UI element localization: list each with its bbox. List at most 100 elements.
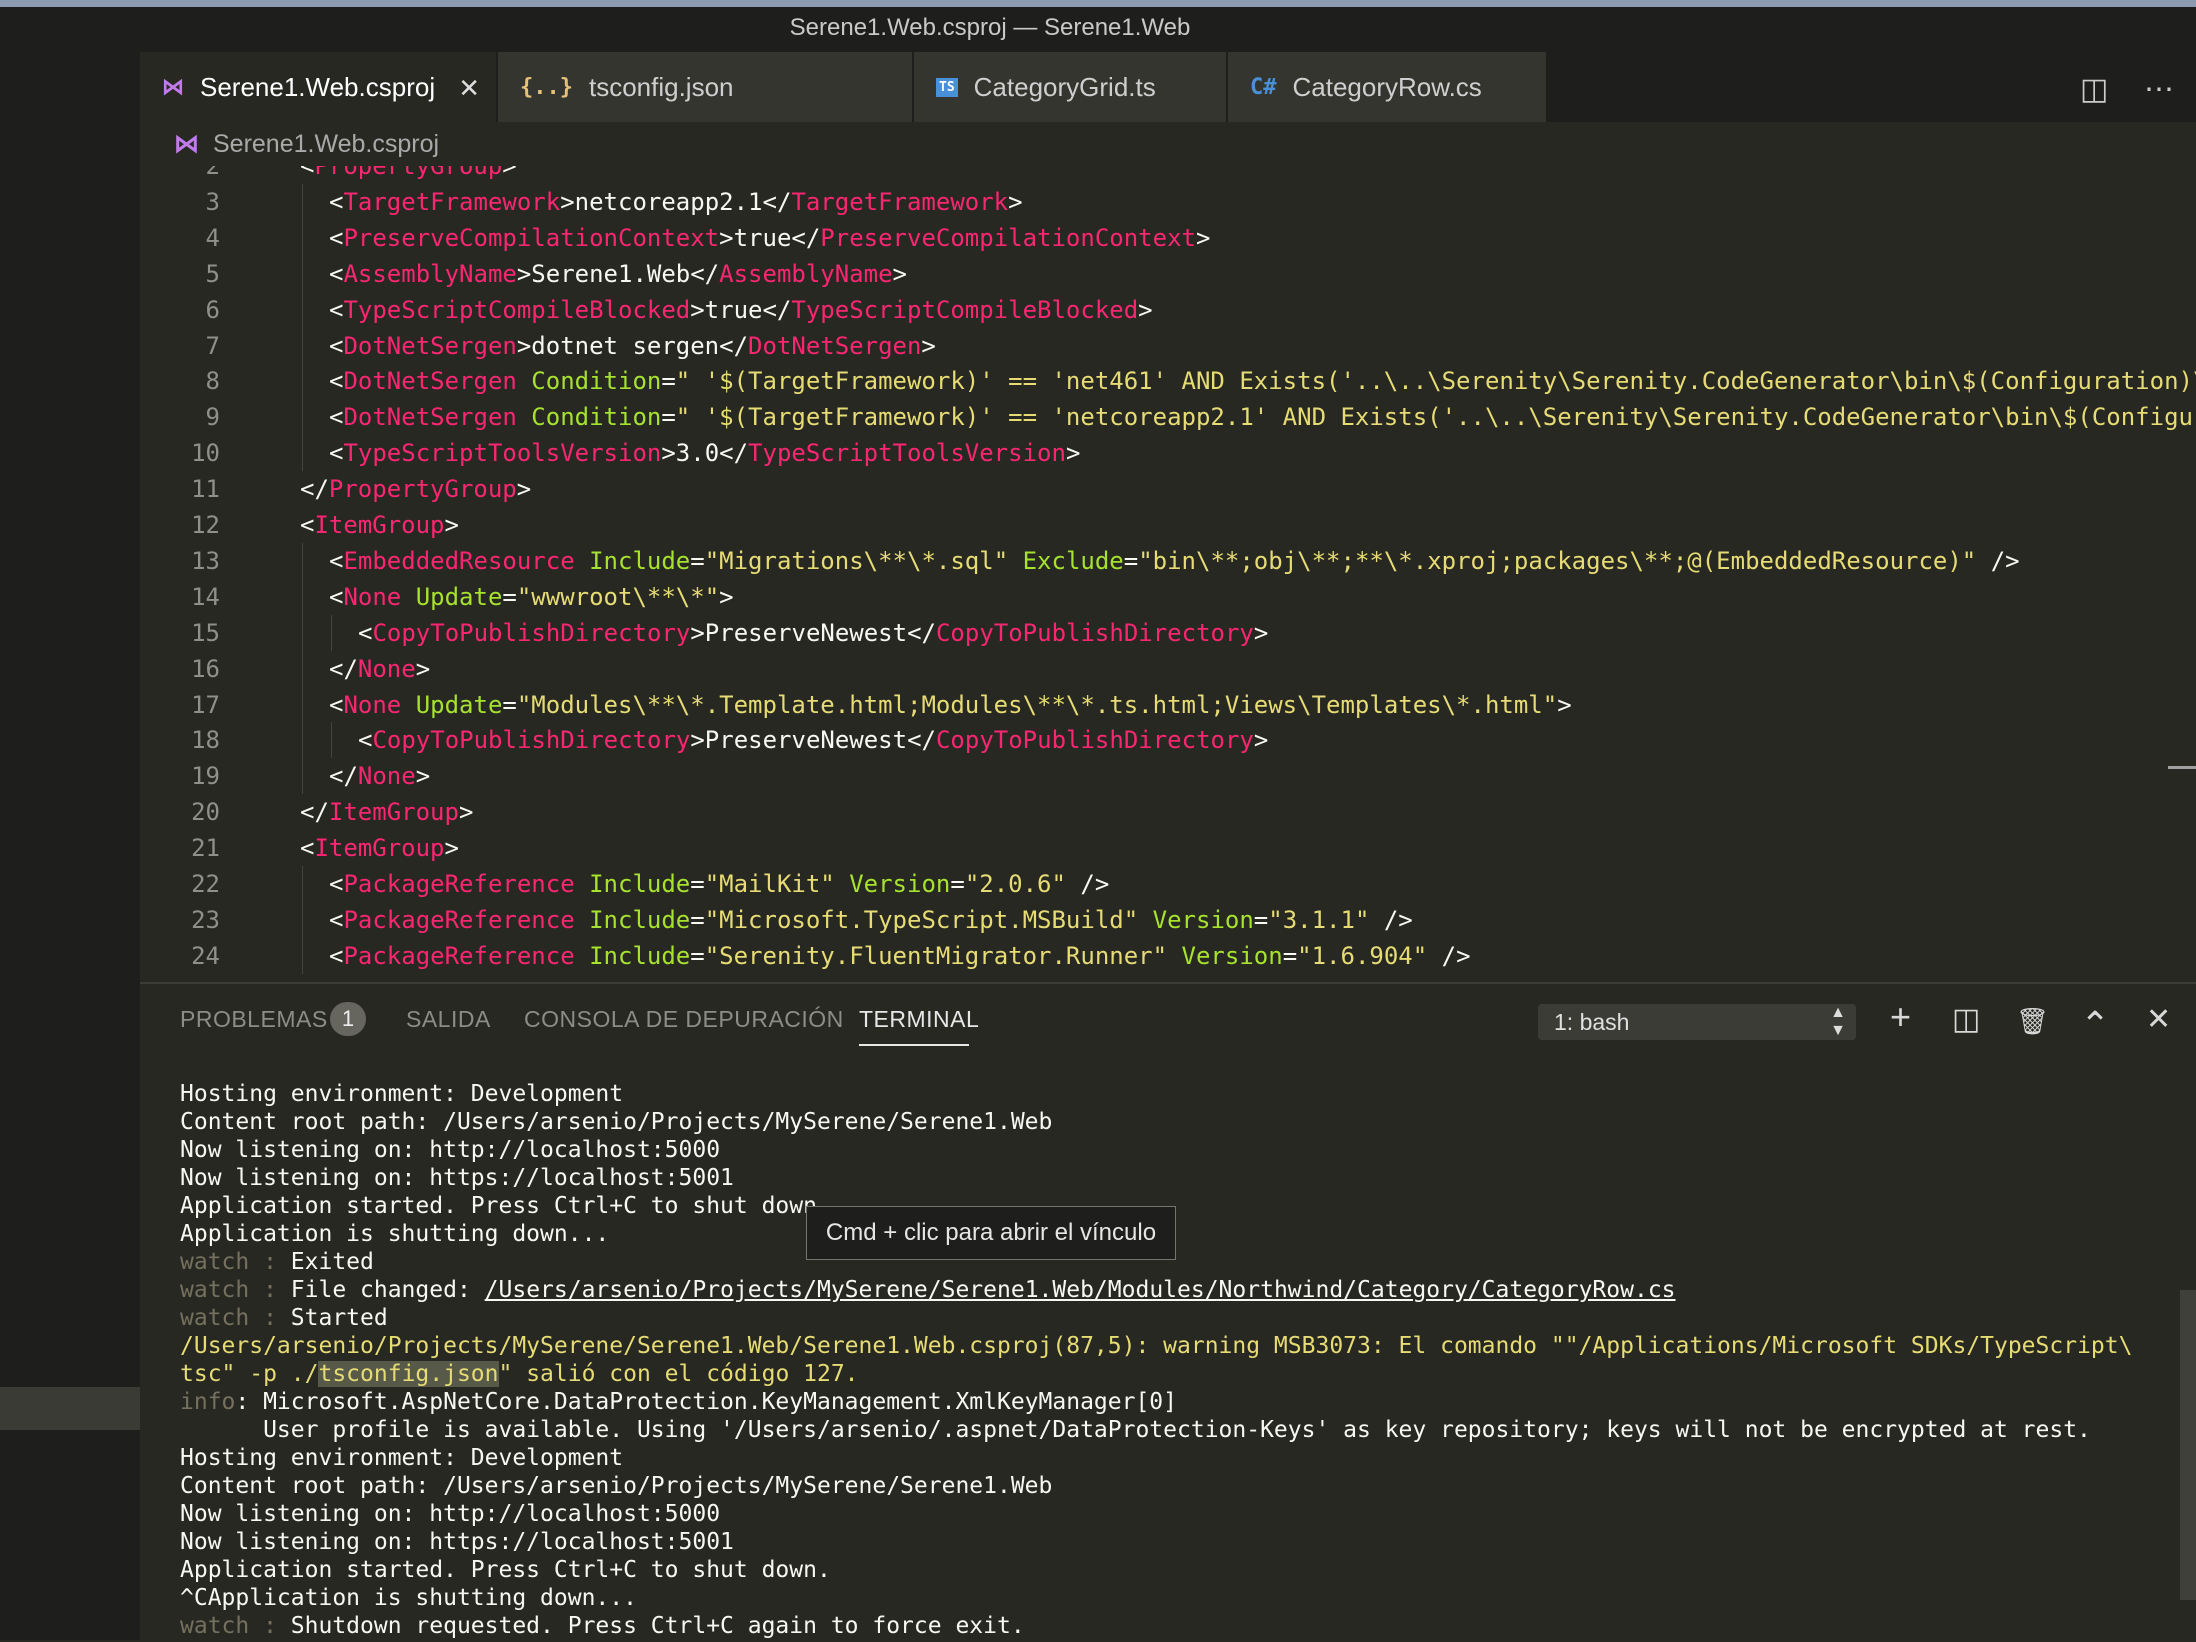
code-token: =: [1123, 546, 1139, 575]
new-terminal-icon[interactable]: +: [1890, 996, 1911, 1038]
code-token: >PreserveNewest</: [690, 618, 936, 647]
code-token: >: [415, 762, 431, 791]
terminal-line: Now listening on: http://localhost:5000: [180, 1136, 720, 1164]
code-token: >: [719, 582, 734, 611]
json-braces-icon: {..}: [520, 74, 573, 100]
terminal-line: Content root path: /Users/arsenio/Projec…: [180, 1108, 1052, 1136]
code-token: <: [329, 403, 344, 432]
indent-guide: [302, 435, 303, 472]
code-token: =: [690, 870, 705, 898]
code-token: ItemGroup: [328, 798, 459, 827]
line-number: 13: [191, 546, 220, 575]
tab-debug-console[interactable]: CONSOLA DE DEPURACIÓN: [524, 1006, 844, 1033]
tab-categoryrow-cs[interactable]: C# CategoryRow.cs: [1228, 52, 1546, 122]
code-token: "Migrations\**\*.sql": [704, 546, 1009, 575]
title-bar-strip: [0, 0, 2196, 7]
trash-icon[interactable]: 🗑: [2016, 1006, 2049, 1037]
code-token: >: [444, 511, 459, 539]
terminal-link[interactable]: /Users/arsenio/Projects/MySerene/Serene1…: [485, 1277, 1676, 1303]
terminal-line: Hosting environment: Development: [180, 1444, 623, 1472]
terminal-line: watch : Shutdown requested. Press Ctrl+C…: [180, 1612, 1025, 1640]
terminal-output[interactable]: Hosting environment: Development Content …: [140, 1080, 2196, 1640]
tab-problems[interactable]: PROBLEMAS: [180, 1006, 328, 1033]
code-token: TypeScriptToolsVersion: [343, 439, 662, 468]
code-text: <TypeScriptCompileBlocked>true</TypeScri…: [329, 292, 1153, 328]
title-bar: Serene1.Web.csproj — Serene1.Web: [0, 0, 2196, 52]
line-number: 24: [191, 941, 220, 970]
terminal-text: Now listening on: https://localhost:5001: [180, 1165, 734, 1191]
code-text: <PropertyGroup>: [300, 166, 517, 184]
split-terminal-icon[interactable]: ◫: [1952, 1002, 1980, 1037]
tab-categorygrid-ts[interactable]: TS CategoryGrid.ts: [914, 52, 1226, 122]
code-token: >true</: [690, 295, 792, 324]
more-actions-icon[interactable]: ⋯: [2144, 72, 2174, 107]
code-token: DotNetSergen: [343, 403, 517, 432]
code-token: >: [892, 259, 907, 288]
code-text: <PreserveCompilationContext>true</Preser…: [329, 220, 1210, 256]
code-token: >: [1065, 439, 1081, 468]
tab-serene1-web-csproj[interactable]: ⋈ Serene1.Web.csproj ✕: [140, 52, 496, 122]
tab-terminal[interactable]: TERMINAL: [859, 1006, 979, 1033]
code-token: AssemblyName: [719, 259, 893, 288]
terminal-text: Hosting environment: Development: [180, 1445, 624, 1471]
code-text: </None>: [329, 758, 430, 794]
close-icon[interactable]: ✕: [458, 73, 480, 104]
tab-output[interactable]: SALIDA: [406, 1006, 491, 1033]
code-token: <: [329, 331, 344, 360]
code-token: >: [502, 166, 517, 180]
code-editor[interactable]: 2 <PropertyGroup> 3 <TargetFramework>netcor…: [140, 166, 2196, 982]
code-token: PackageReference: [343, 905, 575, 934]
line-number: 8: [205, 367, 220, 396]
code-token: <: [300, 166, 315, 180]
terminal-line: /Users/arsenio/Projects/MySerene/Serene1…: [180, 1332, 2132, 1360]
breadcrumb-item[interactable]: Serene1.Web.csproj: [213, 130, 439, 159]
code-token: PackageReference: [343, 941, 575, 970]
code-token: Condition: [531, 367, 662, 396]
terminal-text: Content root path: /Users/arsenio/Projec…: [180, 1109, 1053, 1135]
line-number: 17: [191, 690, 220, 719]
terminal-text: Application started. Press Ctrl+C to shu…: [180, 1193, 831, 1219]
code-token: />: [1369, 905, 1413, 934]
terminal-scrollbar[interactable]: [2180, 1290, 2196, 1600]
indent-guide: [331, 722, 332, 759]
code-token: " '$(TargetFramework)' == 'net461' AND E…: [675, 367, 2196, 396]
tab-label: CategoryGrid.ts: [973, 71, 1156, 102]
terminal-text: : Microsoft.AspNetCore.DataProtection.Ke…: [235, 1389, 1177, 1415]
code-token: =: [1253, 905, 1269, 934]
terminal-line: ^CApplication is shutting down...: [180, 1584, 637, 1612]
code-token: Update: [415, 582, 503, 611]
tab-tsconfig-json[interactable]: {..} tsconfig.json: [498, 52, 912, 122]
code-text: <DotNetSergen Condition=" '$(TargetFrame…: [329, 363, 2196, 399]
terminal-selector[interactable]: 1: bash ▲ ▼: [1538, 1004, 1856, 1040]
select-arrows-icon: ▲ ▼: [1830, 1004, 1846, 1039]
close-panel-icon[interactable]: ✕: [2146, 1002, 2171, 1037]
chevron-up-icon[interactable]: ⌃: [2080, 1004, 2110, 1046]
terminal-text: File changed:: [290, 1277, 485, 1303]
terminal-line: Now listening on: https://localhost:5001: [180, 1164, 734, 1192]
code-token: <: [300, 834, 315, 863]
code-token: PreserveCompilationContext: [820, 223, 1196, 252]
terminal-text: tsc" -p ./: [180, 1361, 319, 1387]
code-token: PropertyGroup: [328, 475, 517, 504]
line-number: 9: [205, 403, 220, 432]
code-token: AssemblyName: [343, 259, 517, 288]
code-token: PackageReference: [343, 870, 575, 898]
terminal-text: ^CApplication is shutting down...: [180, 1585, 637, 1611]
code-token: <: [329, 582, 344, 611]
tab-label: Serene1.Web.csproj: [200, 71, 436, 102]
line-number: 16: [191, 654, 220, 683]
split-editor-icon[interactable]: ◫: [2080, 72, 2108, 107]
bottom-panel: PROBLEMAS 1 SALIDA CONSOLA DE DEPURACIÓN…: [140, 982, 2196, 1642]
code-token: />: [1976, 546, 2020, 575]
terminal-line: Now listening on: http://localhost:5000: [180, 1500, 720, 1528]
code-token: DotNetSergen: [343, 331, 517, 360]
terminal-line: User profile is available. Using '/Users…: [180, 1416, 2091, 1444]
terminal-line: Application started. Press Ctrl+C to shu…: [180, 1192, 831, 1220]
code-text: <TypeScriptToolsVersion>3.0</TypeScriptT…: [329, 435, 1080, 471]
terminal-line: Now listening on: https://localhost:5001: [180, 1528, 734, 1556]
code-token: >: [458, 798, 474, 827]
